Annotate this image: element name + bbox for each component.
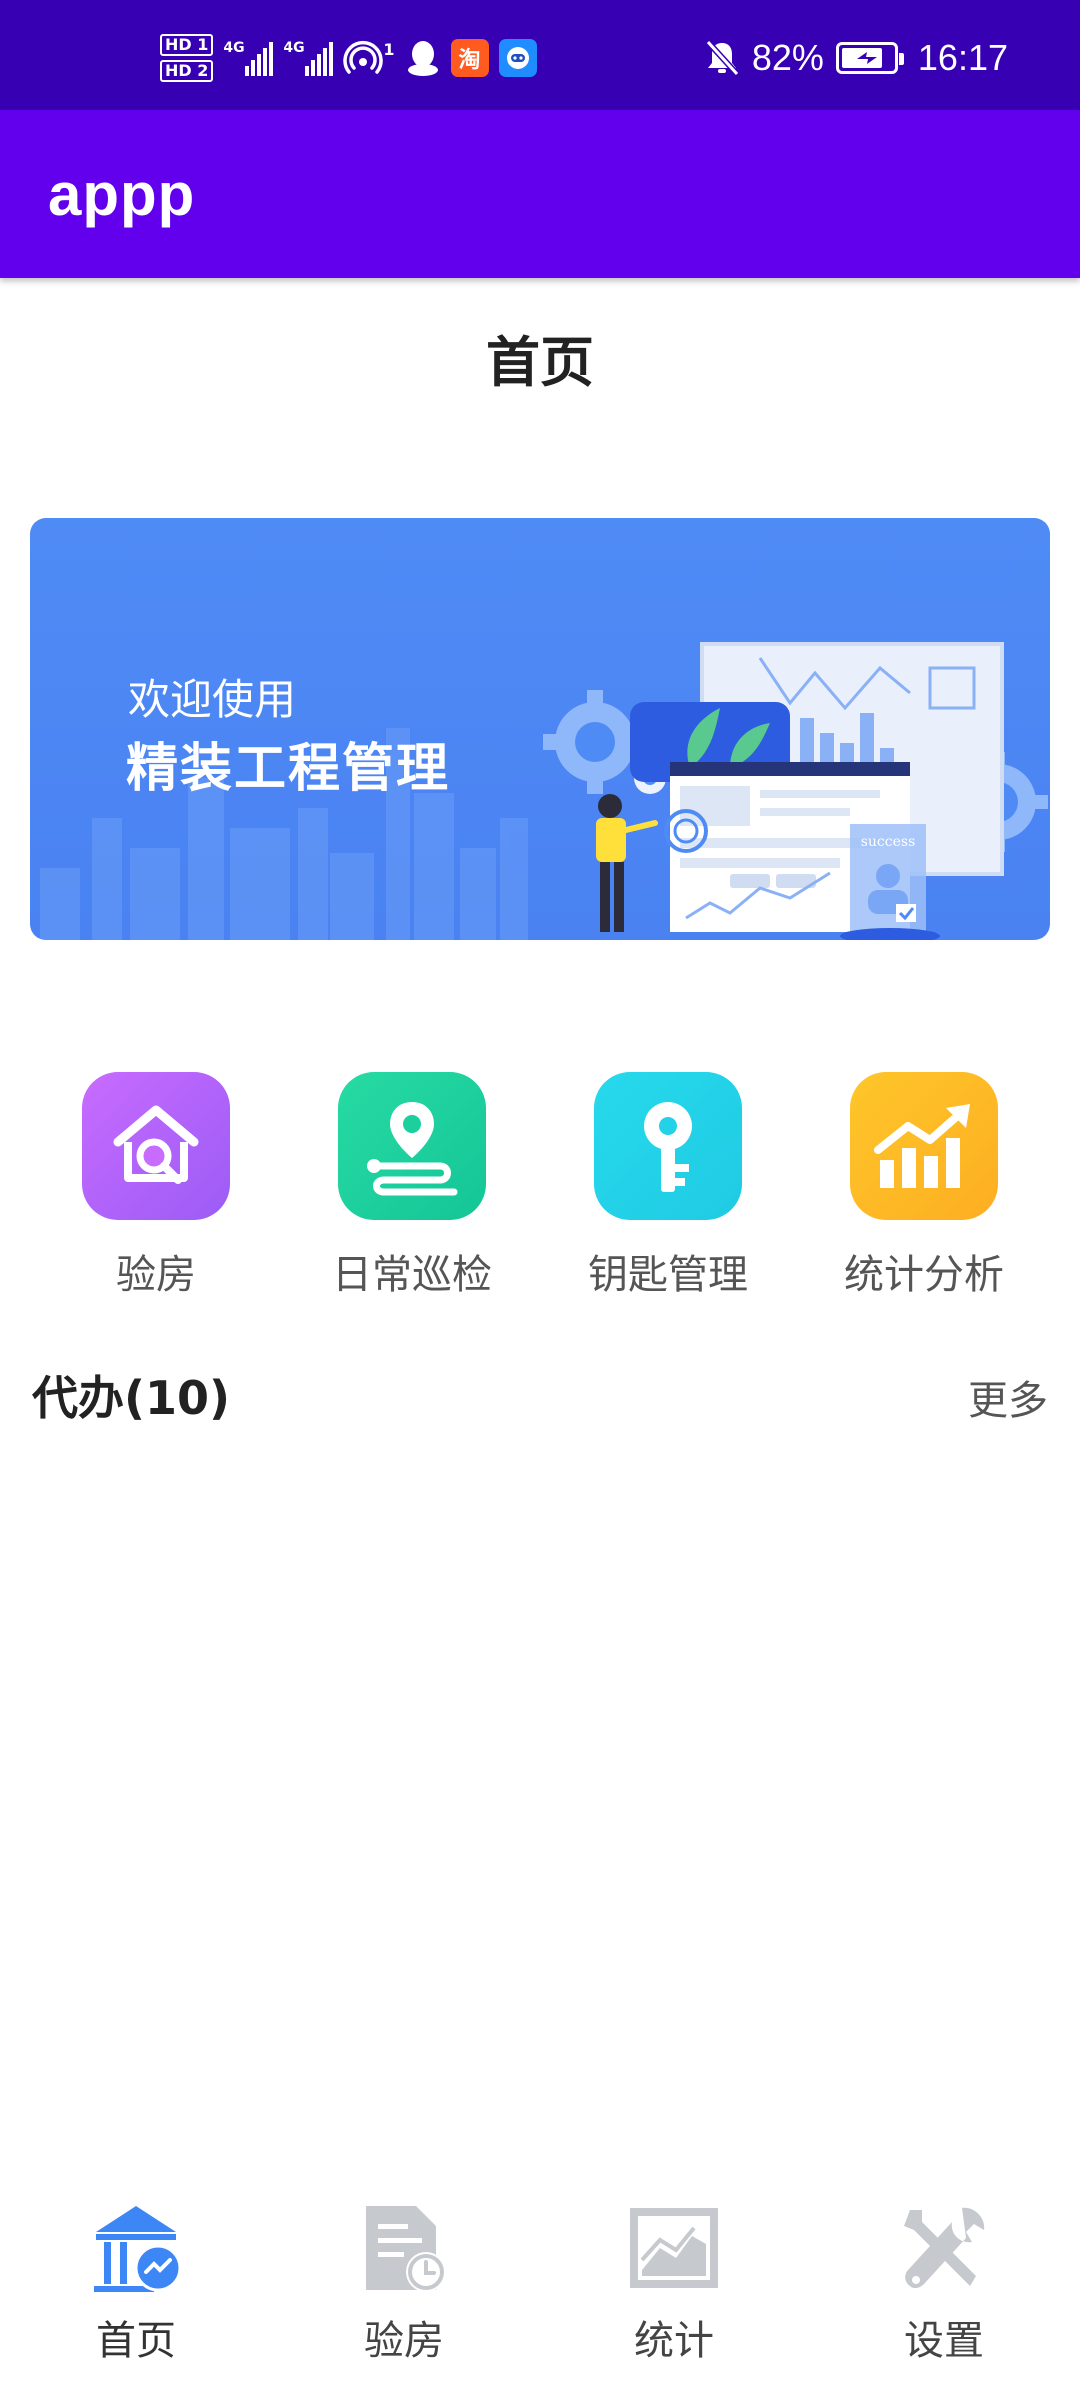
signal-icon: 4G <box>223 40 274 76</box>
nav-item-settings[interactable]: 设置 <box>844 2200 1044 2366</box>
status-bar: HD 1 HD 2 4G 4G 1 淘 82% 16:17 <box>0 0 1080 110</box>
quick-action-label: 统计分析 <box>844 1252 1004 1298</box>
app-bar: appp <box>0 110 1080 278</box>
success-card-text: success <box>861 834 916 850</box>
battery-percent: 82% <box>751 37 824 78</box>
hotspot-icon: 1 <box>343 38 395 78</box>
clock: 16:17 <box>917 37 1008 78</box>
taobao-label: 淘 <box>458 48 481 73</box>
page-title: 首页 <box>486 331 594 394</box>
status-right-icons: 82% 16:17 <box>704 30 1008 86</box>
nav-item-home[interactable]: 首页 <box>36 2200 236 2366</box>
battery-charging-icon <box>835 42 904 74</box>
assistant-icon <box>498 39 537 77</box>
nav-item-inspection[interactable]: 验房 <box>304 2200 504 2366</box>
key-icon <box>594 1072 742 1220</box>
qq-icon <box>407 41 438 76</box>
nav-label: 验房 <box>364 2318 444 2364</box>
trend-chart-icon <box>850 1072 998 1220</box>
status-left-icons: HD 1 HD 2 4G 4G 1 淘 <box>160 30 537 86</box>
todo-title: 代办(10) <box>32 1371 231 1425</box>
banner-subtitle: 欢迎使用 <box>128 675 297 724</box>
signal-icon-2: 4G <box>283 40 334 76</box>
app-title: appp <box>48 161 196 228</box>
house-search-icon <box>82 1072 230 1220</box>
quick-actions: 验房 日常巡检 钥匙管理 统计分析 <box>0 1072 1080 1302</box>
quick-action-patrol[interactable]: 日常巡检 <box>312 1072 512 1300</box>
hd-indicators: HD 1 HD 2 <box>160 34 214 82</box>
hd1-badge: HD 1 <box>160 34 214 56</box>
taobao-icon: 淘 <box>450 39 489 77</box>
bottom-nav: 首页 验房 统计 设置 <box>0 2180 1080 2400</box>
tools-icon <box>896 2200 992 2296</box>
document-clock-icon <box>356 2200 452 2296</box>
quick-action-statistics[interactable]: 统计分析 <box>824 1072 1024 1300</box>
nav-label: 首页 <box>96 2318 176 2364</box>
network2-label: 4G <box>283 40 305 56</box>
mute-bell-icon <box>705 39 740 77</box>
hd2-badge: HD 2 <box>160 60 214 82</box>
nav-item-statistics[interactable]: 统计 <box>574 2200 774 2366</box>
welcome-banner[interactable]: success 欢迎使用 精装工程管理 <box>30 518 1050 940</box>
nav-label: 设置 <box>904 2318 984 2364</box>
banner-title: 精装工程管理 <box>126 739 451 799</box>
hotspot-count: 1 <box>383 39 395 59</box>
todo-more-link[interactable]: 更多 <box>968 1368 1048 1426</box>
quick-action-inspection[interactable]: 验房 <box>56 1072 256 1300</box>
nav-label: 统计 <box>634 2318 714 2364</box>
location-route-icon <box>338 1072 486 1220</box>
quick-action-label: 日常巡检 <box>332 1252 492 1298</box>
quick-action-label: 钥匙管理 <box>588 1252 748 1298</box>
quick-action-keys[interactable]: 钥匙管理 <box>568 1072 768 1300</box>
quick-action-label: 验房 <box>116 1252 196 1298</box>
network1-label: 4G <box>223 40 245 56</box>
home-building-icon <box>88 2200 184 2296</box>
chart-board-icon <box>626 2200 722 2296</box>
